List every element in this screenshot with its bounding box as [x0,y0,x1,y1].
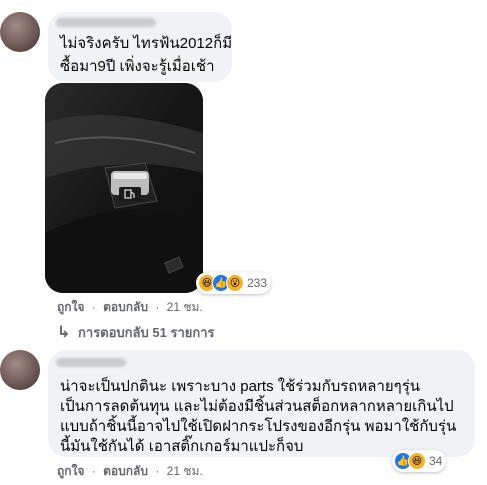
reply-button[interactable]: ตอบกลับ [103,300,148,314]
separator-dot: · [91,300,96,314]
comment-text-line: ซื้อมา9ปี เพิ่งจะรู้เมื่อเช้า [60,58,215,75]
comment-text-line: นี้มันใช้กันได้ เอาสติ๊กเกอร์มาแปะก็จบ [60,438,304,455]
timestamp[interactable]: 21 ชม. [167,464,203,478]
comment-text-line: ไม่จริงครับ ไทรฟ้น2012ก็มี [60,35,233,52]
commenter-name-blurred[interactable] [56,18,156,27]
separator-dot: · [91,464,96,478]
reply-arrow-icon: ↳ [57,324,71,341]
reaction-count: 34 [429,454,443,468]
view-replies-link[interactable]: ↳ การตอบกลับ 51 รายการ [57,322,215,343]
comment-text-line: แบบถ้าชิ้นนี้อาจไปใช้เปิดฝากระโปรงของอีก… [60,418,457,435]
timestamp[interactable]: 21 ชม. [167,300,203,314]
commenter-avatar[interactable] [0,12,40,52]
reaction-count: 233 [247,276,268,290]
like-button[interactable]: ถูกใจ [57,464,84,478]
car-fuel-lever-photo [45,83,203,293]
view-replies-label: การตอบกลับ 51 รายการ [78,325,215,340]
separator-dot: · [155,300,160,314]
comment-actions: ถูกใจ · ตอบกลับ · 21 ชม. [57,298,203,317]
comment-text-line: เป็นการลดต้นทุน และไม่ต้องมีชิ้นส่วนสต็อ… [60,398,454,415]
like-button[interactable]: ถูกใจ [57,300,84,314]
comment-text-line: น่าจะเป็นปกตินะ เพราะบาง parts ใช้ร่วมกั… [60,378,421,395]
separator-dot: · [155,464,160,478]
comment-bubble: ไม่จริงครับ ไทรฟ้น2012ก็มี ซื้อมา9ปี เพิ… [48,12,232,82]
reaction-summary[interactable]: 😆 👍 😮 233 [196,272,272,294]
wow-icon: 😮 [226,274,244,292]
comment-bubble: น่าจะเป็นปกตินะ เพราะบาง parts ใช้ร่วมกั… [48,350,475,457]
reaction-summary[interactable]: 👍 😆 34 [392,450,447,472]
commenter-name-blurred[interactable] [56,358,126,367]
comment-actions: ถูกใจ · ตอบกลับ · 21 ชม. [57,462,203,481]
reply-button[interactable]: ตอบกลับ [103,464,148,478]
haha-icon: 😆 [408,452,426,470]
comment-photo[interactable] [45,83,203,293]
commenter-avatar[interactable] [0,350,40,390]
